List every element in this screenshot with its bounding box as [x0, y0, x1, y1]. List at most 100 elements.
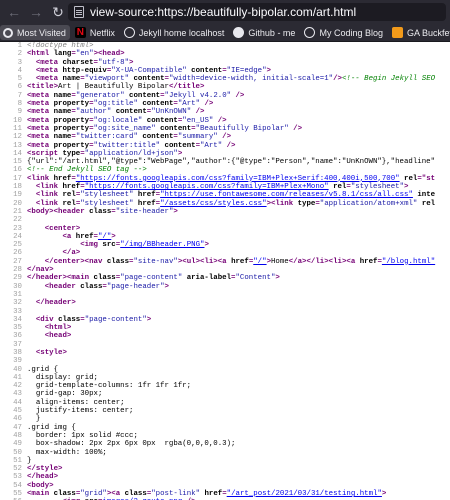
line-number: 13: [13, 141, 22, 150]
source-link[interactable]: "https://fonts.googleapis.com/css?family…: [76, 175, 400, 183]
code-token: <meta: [27, 91, 54, 100]
bookmark-item[interactable]: Most Visited: [0, 25, 70, 40]
bookmark-item[interactable]: GA Buckfever: [389, 25, 450, 40]
code-token: rel: [62, 191, 76, 200]
code-token: >: [173, 207, 178, 216]
code-token: <!-- Begin Jekyll SEO: [341, 75, 436, 84]
source-line: 1 <!doctype html>: [0, 42, 450, 50]
source-line: 52 </style>: [0, 465, 450, 473]
code-token: "page-content": [120, 274, 183, 283]
source-line: 54 <body>: [0, 482, 450, 490]
source-line: 32 </header>: [0, 299, 450, 307]
forward-icon[interactable]: →: [28, 4, 44, 20]
source-link[interactable]: "/": [253, 258, 266, 266]
code-token: href: [53, 174, 72, 183]
source-link[interactable]: "/img/BBheader.PNG": [120, 241, 204, 249]
code-token: type: [62, 149, 81, 158]
line-number: 47: [13, 423, 22, 432]
bookmark-item[interactable]: N Netflix: [72, 25, 119, 40]
code-token: class: [106, 257, 130, 266]
source-line: 43 grid-gap: 30px;: [0, 390, 450, 398]
source-link[interactable]: "https://fonts.googleapis.com/css?family…: [85, 183, 329, 191]
line-number: 34: [13, 315, 22, 324]
code-token: class: [89, 207, 112, 216]
code-token: "application/atom+xml": [319, 199, 418, 208]
line-number: 42: [13, 382, 22, 391]
code-token: content: [164, 141, 196, 150]
source-link[interactable]: "/blog.html": [382, 258, 435, 266]
code-token: content: [146, 116, 178, 125]
line-number: 5: [17, 75, 22, 84]
line-number: 50: [13, 448, 22, 457]
source-line: 16 <!-- End Jekyll SEO tag -->: [0, 166, 450, 174]
source-link[interactable]: "/": [98, 233, 111, 241]
code-token: <link: [27, 174, 54, 183]
line-code: <title>Art | Beautifully Bipolar</title>: [27, 83, 204, 91]
line-number: 31: [13, 290, 22, 299]
source-line: 4 <meta http-equiv="X-UA-Compatible" con…: [0, 67, 450, 75]
code-token: href: [359, 257, 378, 266]
source-line: 19 <link rel="stylesheet" href="https://…: [0, 191, 450, 199]
source-link[interactable]: "/art_post/2021/03/31/testing.html": [227, 490, 382, 498]
bookmark-label: Netflix: [89, 27, 115, 38]
line-number: 38: [13, 348, 22, 357]
code-token: href: [62, 183, 81, 192]
code-token: <body>: [27, 481, 54, 490]
source-line: 36 <head>: [0, 332, 450, 340]
code-token: </head>: [27, 473, 59, 482]
source-line: 37: [0, 341, 450, 349]
address-bar[interactable]: view-source:https://beautifully-bipolar.…: [68, 3, 446, 21]
bookmark-item[interactable]: My Coding Blog: [301, 25, 387, 40]
code-token: >: [164, 282, 169, 291]
code-token: class: [80, 282, 103, 291]
code-token: <link: [35, 199, 63, 208]
code-token: </center><nav: [44, 257, 107, 266]
browser-toolbar: ← → ↻ view-source:https://beautifully-bi…: [0, 0, 450, 24]
bookmark-item[interactable]: Jekyll home localhost: [121, 25, 229, 40]
line-number: 49: [13, 440, 22, 449]
code-token: href: [137, 199, 156, 208]
code-token: "Beautifully Bipolar": [195, 124, 289, 133]
code-token: "post-link": [151, 490, 201, 499]
code-token: content: [133, 75, 165, 84]
source-line: 29 </header><main class="page-content" ar…: [0, 274, 450, 282]
line-code: <meta name="generator" content="Jekyll v…: [27, 92, 244, 100]
code-token: box-shadow: 2px 2px 6px 0px rgba(0,0,0,0…: [27, 440, 236, 449]
code-token: Home: [271, 257, 289, 266]
line-code: <main class="grid"><a class="post-link" …: [27, 490, 386, 498]
code-token: content: [129, 91, 161, 100]
source-line: 14 <script type="application/ld+json">: [0, 150, 450, 158]
line-number: 20: [13, 199, 22, 208]
line-code: </head>: [27, 473, 58, 481]
code-token: content: [142, 133, 174, 142]
bookmark-item[interactable]: Github - me: [230, 25, 299, 40]
code-token: <meta: [27, 116, 54, 125]
url-text[interactable]: view-source:https://beautifully-bipolar.…: [90, 5, 356, 19]
line-number: 45: [13, 407, 22, 416]
line-code: justify-items: center;: [27, 407, 134, 415]
reload-icon[interactable]: ↻: [50, 4, 66, 20]
line-code: <body>: [27, 482, 54, 490]
source-link[interactable]: "https://use.fontawesome.com/releases/v5…: [160, 191, 413, 199]
source-line: 53 </head>: [0, 473, 450, 481]
code-token: >: [275, 274, 280, 283]
code-token: content: [115, 108, 147, 117]
code-token: >: [177, 149, 183, 158]
source-line: 8 <meta property="og:title" content="Art"…: [0, 100, 450, 108]
code-token: >: [404, 183, 409, 192]
back-icon[interactable]: ←: [6, 4, 22, 20]
gear-icon: [3, 27, 13, 38]
code-token: "twitter:title": [93, 141, 161, 150]
code-token: max-width: 100%;: [27, 448, 107, 457]
code-token: </style>: [27, 465, 63, 474]
code-token: "author": [75, 108, 112, 117]
line-number: 16: [13, 166, 22, 175]
code-token: />: [222, 141, 236, 150]
code-token: "page-header": [106, 282, 165, 291]
source-link[interactable]: "/assets/css/styles.css": [160, 200, 266, 208]
